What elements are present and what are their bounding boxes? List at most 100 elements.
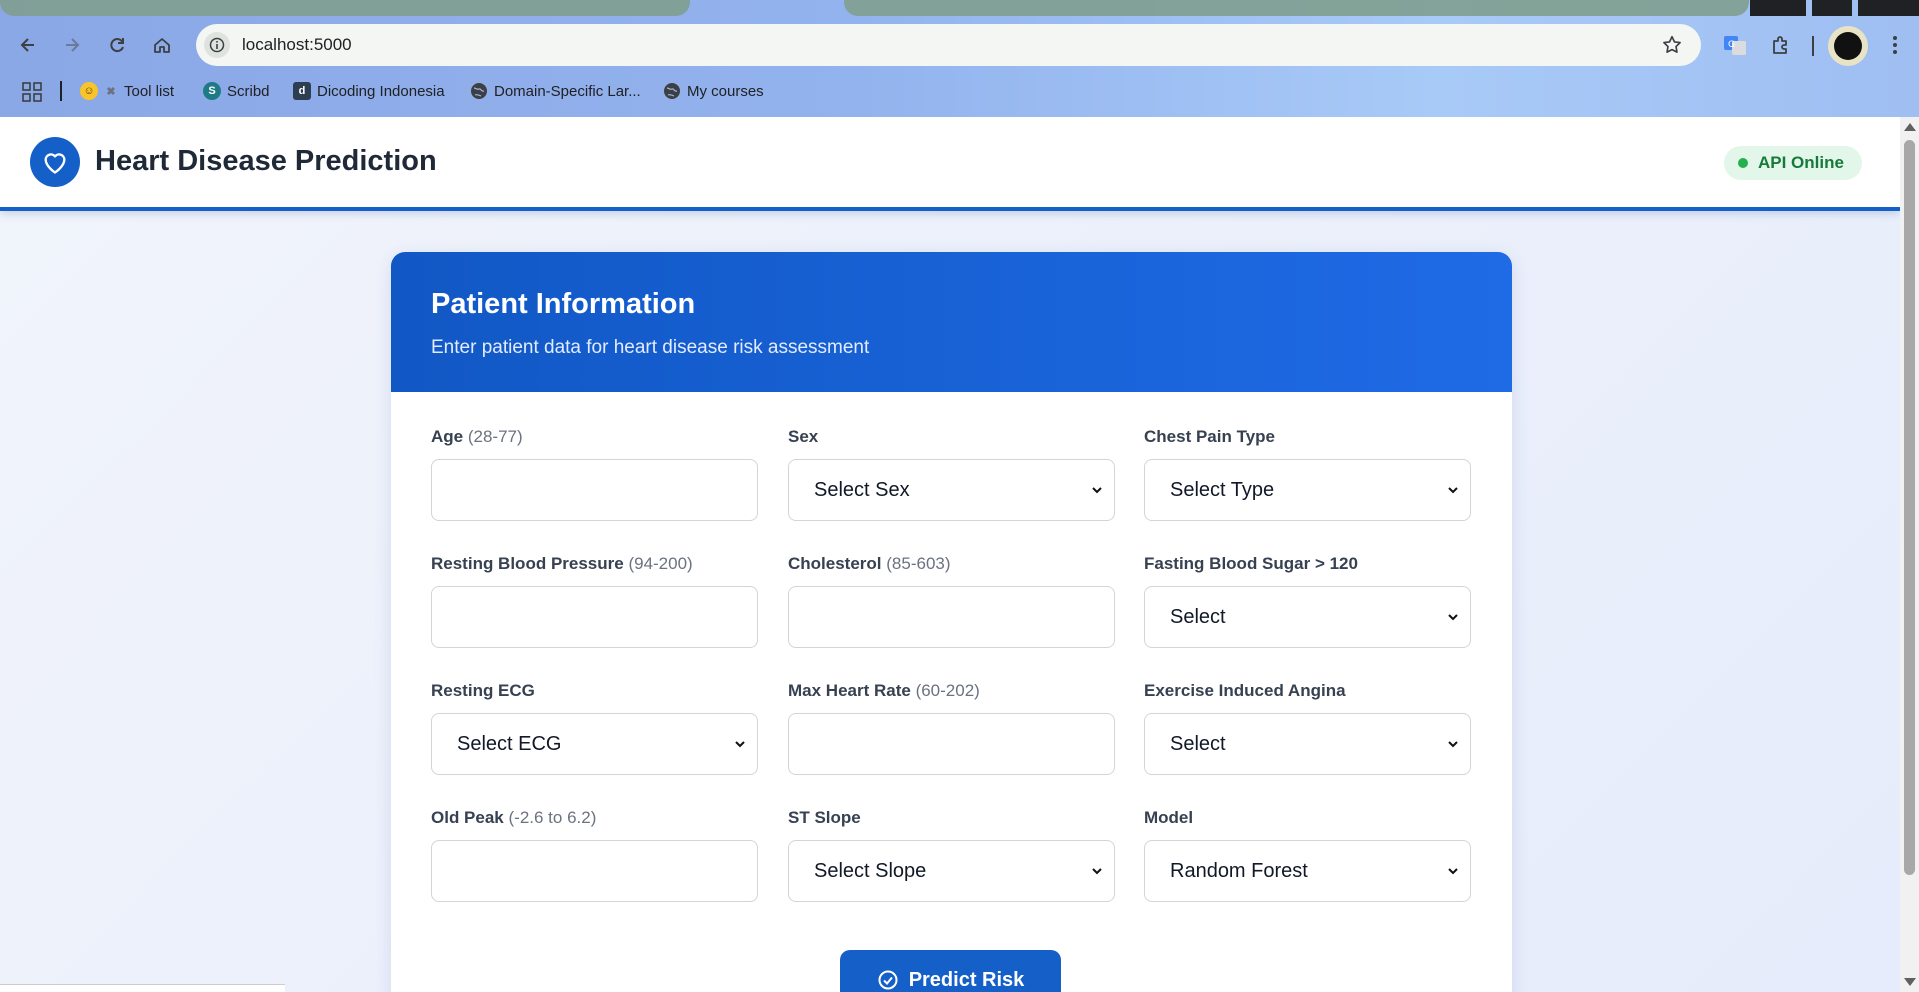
home-icon	[154, 38, 170, 53]
bookmark-tool-list[interactable]: ☺ ✖ Tool list	[80, 80, 174, 102]
age-label: Age (28-77)	[431, 427, 523, 446]
chevron-down-icon	[735, 741, 745, 748]
sex-select[interactable]: Select Sex	[788, 459, 1115, 521]
max-hr-label: Max Heart Rate (60-202)	[788, 681, 980, 700]
model-select[interactable]: Random Forest	[1144, 840, 1471, 902]
bookmarks-bar: ☺ ✖ Tool list S Scribd d Dicoding Indone…	[0, 76, 1919, 106]
sex-field: Sex Select Sex	[788, 427, 1115, 521]
age-input[interactable]	[431, 459, 758, 521]
apps-grid-icon[interactable]	[22, 82, 42, 102]
page-viewport: Heart Disease Prediction API Online Pati…	[0, 117, 1900, 992]
svg-text:G: G	[1728, 40, 1735, 50]
fasting-bs-select[interactable]: Select	[1144, 586, 1471, 648]
close-window-button[interactable]	[1858, 0, 1919, 16]
resting-bp-input[interactable]	[431, 586, 758, 648]
reload-button[interactable]	[102, 30, 132, 60]
site-info-icon[interactable]	[204, 32, 230, 58]
scrollbar-thumb[interactable]	[1904, 140, 1915, 875]
heart-icon	[44, 153, 66, 174]
card-header: Patient Information Enter patient data f…	[391, 252, 1512, 392]
status-dot-icon	[1738, 158, 1748, 168]
sex-label: Sex	[788, 427, 819, 446]
resting-ecg-select[interactable]: Select ECG	[431, 713, 758, 775]
chest-pain-field: Chest Pain Type Select Type	[1144, 427, 1471, 521]
kebab-menu-icon[interactable]	[1880, 30, 1910, 60]
chest-pain-select[interactable]: Select Type	[1144, 459, 1471, 521]
browser-tab[interactable]	[844, 0, 1749, 16]
bookmark-label: Domain-Specific Lar...	[494, 82, 641, 100]
app-title: Heart Disease Prediction	[95, 145, 437, 177]
bookmark-domain-specific[interactable]: Domain-Specific Lar...	[470, 80, 641, 102]
chest-pain-select-value: Select Type	[1170, 478, 1275, 501]
predict-risk-button[interactable]: Predict Risk	[840, 950, 1061, 992]
st-slope-select[interactable]: Select Slope	[788, 840, 1115, 902]
tab-search-button[interactable]	[1750, 0, 1806, 16]
bookmark-label: Scribd	[227, 82, 270, 100]
card-title: Patient Information	[431, 288, 696, 320]
page-scrollbar[interactable]	[1900, 117, 1919, 992]
chevron-down-icon	[1092, 487, 1102, 494]
max-hr-field: Max Heart Rate (60-202)	[788, 681, 1115, 775]
scroll-up-arrow-icon[interactable]	[1904, 123, 1916, 131]
fasting-bs-field: Fasting Blood Sugar > 120 Select	[1144, 554, 1471, 648]
chest-pain-label: Chest Pain Type	[1144, 427, 1275, 446]
check-circle-icon	[878, 970, 898, 990]
cholesterol-label: Cholesterol (85-603)	[788, 554, 951, 573]
max-hr-input[interactable]	[788, 713, 1115, 775]
api-status-text: API Online	[1758, 153, 1844, 172]
download-shelf	[0, 984, 285, 992]
model-select-value: Random Forest	[1170, 859, 1308, 882]
cholesterol-field: Cholesterol (85-603)	[788, 554, 1115, 648]
home-button[interactable]	[147, 30, 177, 60]
scribd-icon: S	[203, 82, 221, 100]
bookmark-star-icon[interactable]	[1661, 34, 1683, 56]
exercise-angina-select-value: Select	[1170, 732, 1226, 755]
resting-bp-label: Resting Blood Pressure (94-200)	[431, 554, 693, 573]
predict-risk-label: Predict Risk	[908, 968, 1025, 991]
bookmark-label: Dicoding Indonesia	[317, 82, 445, 100]
scroll-down-arrow-icon[interactable]	[1904, 978, 1916, 986]
old-peak-field: Old Peak (-2.6 to 6.2)	[431, 808, 758, 902]
model-label: Model	[1144, 808, 1194, 827]
bookmark-scribd[interactable]: S Scribd	[203, 80, 270, 102]
patient-info-card: Patient Information Enter patient data f…	[391, 252, 1512, 992]
chevron-down-icon	[1448, 614, 1458, 621]
emoji-face-icon: ☺	[80, 82, 98, 100]
old-peak-label: Old Peak (-2.6 to 6.2)	[431, 808, 597, 827]
bookmarks-divider	[60, 81, 62, 101]
translate-extension-icon[interactable]: G	[1720, 30, 1750, 60]
fasting-bs-label: Fasting Blood Sugar > 120	[1144, 554, 1358, 573]
api-status-badge: API Online	[1724, 146, 1862, 180]
address-bar[interactable]: localhost:5000	[196, 24, 1701, 66]
chevron-down-icon	[1448, 487, 1458, 494]
extensions-puzzle-icon[interactable]	[1766, 30, 1796, 60]
resting-bp-field: Resting Blood Pressure (94-200)	[431, 554, 758, 648]
model-field: Model Random Forest	[1144, 808, 1471, 902]
forward-button[interactable]	[57, 30, 87, 60]
age-field: Age (28-77)	[431, 427, 758, 521]
globe-icon	[471, 83, 487, 99]
bookmark-dicoding[interactable]: d Dicoding Indonesia	[293, 80, 445, 102]
heart-logo	[30, 137, 80, 187]
back-button[interactable]	[13, 30, 43, 60]
dicoding-icon: d	[293, 82, 311, 100]
chevron-down-icon	[1448, 868, 1458, 875]
profile-avatar[interactable]	[1828, 26, 1868, 66]
arrow-right-icon	[66, 38, 80, 52]
minimize-button[interactable]	[1812, 0, 1852, 16]
bookmark-label: Tool list	[124, 82, 175, 100]
resting-ecg-select-value: Select ECG	[457, 732, 562, 755]
card-subtitle: Enter patient data for heart disease ris…	[431, 337, 870, 358]
bookmark-label: My courses	[687, 82, 764, 100]
st-slope-field: ST Slope Select Slope	[788, 808, 1115, 902]
url-text[interactable]: localhost:5000	[242, 35, 352, 55]
st-slope-label: ST Slope	[788, 808, 861, 827]
browser-tab[interactable]	[0, 0, 690, 16]
old-peak-input[interactable]	[431, 840, 758, 902]
cholesterol-input[interactable]	[788, 586, 1115, 648]
bookmark-my-courses[interactable]: My courses	[663, 80, 764, 102]
exercise-angina-select[interactable]: Select	[1144, 713, 1471, 775]
exercise-angina-label: Exercise Induced Angina	[1144, 681, 1346, 700]
tools-icon: ✖	[106, 85, 116, 98]
resting-ecg-label: Resting ECG	[431, 681, 535, 700]
